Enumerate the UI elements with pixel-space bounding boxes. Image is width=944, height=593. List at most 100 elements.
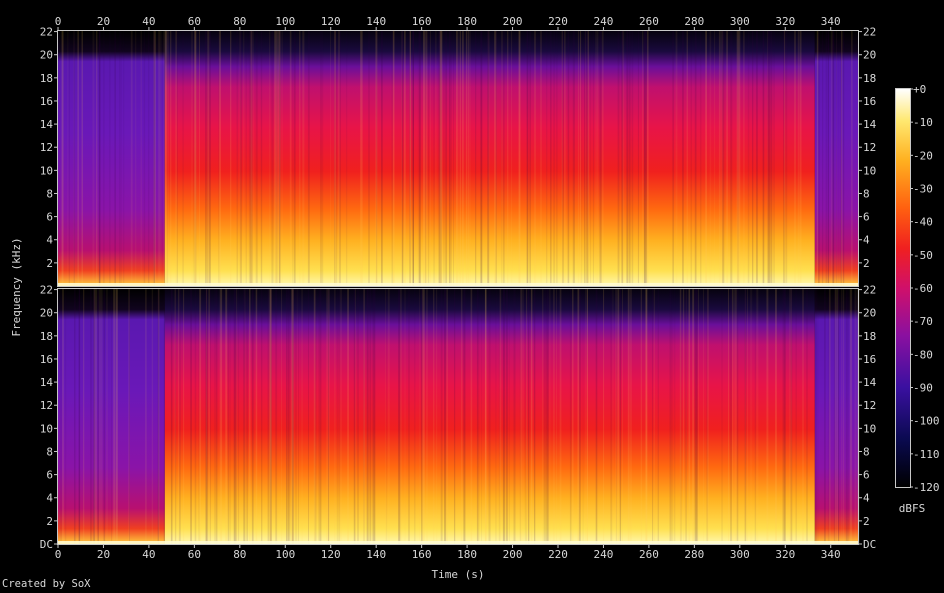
texture-streak bbox=[524, 289, 527, 544]
texture-streak bbox=[106, 289, 108, 544]
texture-streak bbox=[230, 31, 232, 286]
texture-streak bbox=[747, 31, 750, 286]
texture-streak bbox=[194, 31, 197, 286]
y-axis-label: Frequency (kHz) bbox=[10, 237, 23, 336]
texture-streak bbox=[339, 289, 342, 544]
texture-streak bbox=[289, 31, 292, 286]
texture-streak bbox=[208, 289, 210, 544]
texture-streak bbox=[320, 31, 322, 286]
texture-streak bbox=[414, 289, 416, 544]
texture-streak bbox=[216, 289, 218, 544]
texture-streak bbox=[838, 289, 839, 544]
x-tick-label-bottom: 20 bbox=[97, 548, 110, 561]
texture-streak bbox=[219, 289, 222, 544]
texture-streak bbox=[426, 289, 428, 544]
credit-text: Created by SoX bbox=[2, 578, 91, 590]
texture-streak bbox=[194, 289, 197, 544]
texture-streak bbox=[530, 289, 533, 544]
texture-streak bbox=[669, 289, 671, 544]
texture-streak bbox=[465, 31, 468, 286]
texture-streak bbox=[328, 289, 330, 544]
texture-streak bbox=[113, 289, 115, 544]
texture-streak bbox=[815, 289, 817, 544]
texture-streak bbox=[387, 289, 390, 544]
y-tick-label-left: 10 bbox=[40, 164, 53, 177]
texture-streak bbox=[183, 289, 185, 544]
texture-streak bbox=[579, 289, 581, 544]
texture-streak bbox=[579, 31, 582, 286]
texture-streak bbox=[422, 289, 424, 544]
texture-streak bbox=[744, 289, 747, 544]
texture-streak bbox=[595, 289, 598, 544]
texture-streak bbox=[824, 289, 826, 544]
texture-streak bbox=[275, 289, 278, 544]
texture-streak bbox=[645, 31, 648, 286]
texture-streak bbox=[436, 289, 438, 544]
texture-streak bbox=[528, 289, 530, 544]
texture-streak bbox=[768, 31, 770, 286]
texture-streak bbox=[460, 289, 463, 544]
y-tick-label-right: 8 bbox=[863, 445, 870, 458]
y-tick-label-right: DC bbox=[863, 538, 876, 551]
texture-streak bbox=[435, 31, 437, 286]
texture-streak bbox=[816, 31, 818, 286]
texture-streak bbox=[391, 31, 393, 286]
texture-streak bbox=[769, 31, 771, 286]
colorbar-tick-label: +0 bbox=[913, 83, 926, 96]
texture-streak bbox=[346, 31, 348, 286]
texture-streak bbox=[433, 289, 435, 544]
texture-streak bbox=[628, 31, 631, 286]
texture-streak bbox=[68, 31, 70, 286]
texture-streak bbox=[322, 31, 324, 286]
y-tick-label-left: 2 bbox=[46, 257, 53, 270]
texture-streak bbox=[334, 289, 336, 544]
texture-streak bbox=[97, 289, 99, 544]
texture-streak bbox=[398, 289, 400, 544]
texture-streak bbox=[225, 289, 228, 544]
texture-streak bbox=[645, 289, 647, 544]
texture-streak bbox=[199, 289, 202, 544]
x-tick-label-bottom: 0 bbox=[55, 548, 62, 561]
texture-streak bbox=[271, 31, 274, 286]
texture-streak bbox=[556, 289, 557, 544]
texture-streak bbox=[468, 31, 471, 286]
texture-streak bbox=[360, 31, 363, 286]
texture-streak bbox=[100, 289, 102, 544]
texture-streak bbox=[501, 31, 503, 286]
texture-streak bbox=[854, 289, 857, 544]
texture-streak bbox=[487, 31, 490, 286]
texture-streak bbox=[463, 289, 466, 544]
texture-streak bbox=[721, 289, 723, 544]
colorbar-tick-label: -110 bbox=[913, 448, 940, 461]
texture-streak bbox=[637, 31, 639, 286]
texture-streak bbox=[250, 31, 252, 286]
y-tick-label-left: 10 bbox=[40, 422, 53, 435]
texture-streak bbox=[773, 31, 775, 286]
texture-streak bbox=[498, 289, 501, 544]
texture-streak bbox=[836, 289, 839, 544]
texture-streak bbox=[841, 31, 843, 286]
spectrogram-channel-1 bbox=[58, 31, 858, 286]
texture-streak bbox=[109, 31, 111, 286]
texture-streak bbox=[790, 289, 793, 544]
texture-streak bbox=[450, 31, 452, 286]
texture-streak bbox=[797, 31, 799, 286]
texture-streak bbox=[559, 289, 562, 544]
texture-streak bbox=[691, 31, 692, 286]
texture-streak bbox=[402, 31, 403, 286]
texture-streak bbox=[822, 31, 824, 286]
texture-streak bbox=[818, 31, 820, 286]
texture-streak bbox=[585, 289, 586, 544]
texture-streak bbox=[176, 31, 178, 286]
y-tick-label-left: 6 bbox=[46, 211, 53, 224]
texture-streak bbox=[81, 31, 83, 286]
texture-streak bbox=[347, 289, 349, 544]
texture-streak bbox=[694, 31, 697, 286]
x-tick-label-bottom: 160 bbox=[412, 548, 432, 561]
texture-streak bbox=[698, 289, 699, 544]
texture-streak bbox=[672, 31, 674, 286]
texture-streak bbox=[449, 31, 451, 286]
y-tick-label-left: 16 bbox=[40, 95, 53, 108]
texture-streak bbox=[294, 289, 298, 544]
texture-streak bbox=[572, 289, 574, 544]
